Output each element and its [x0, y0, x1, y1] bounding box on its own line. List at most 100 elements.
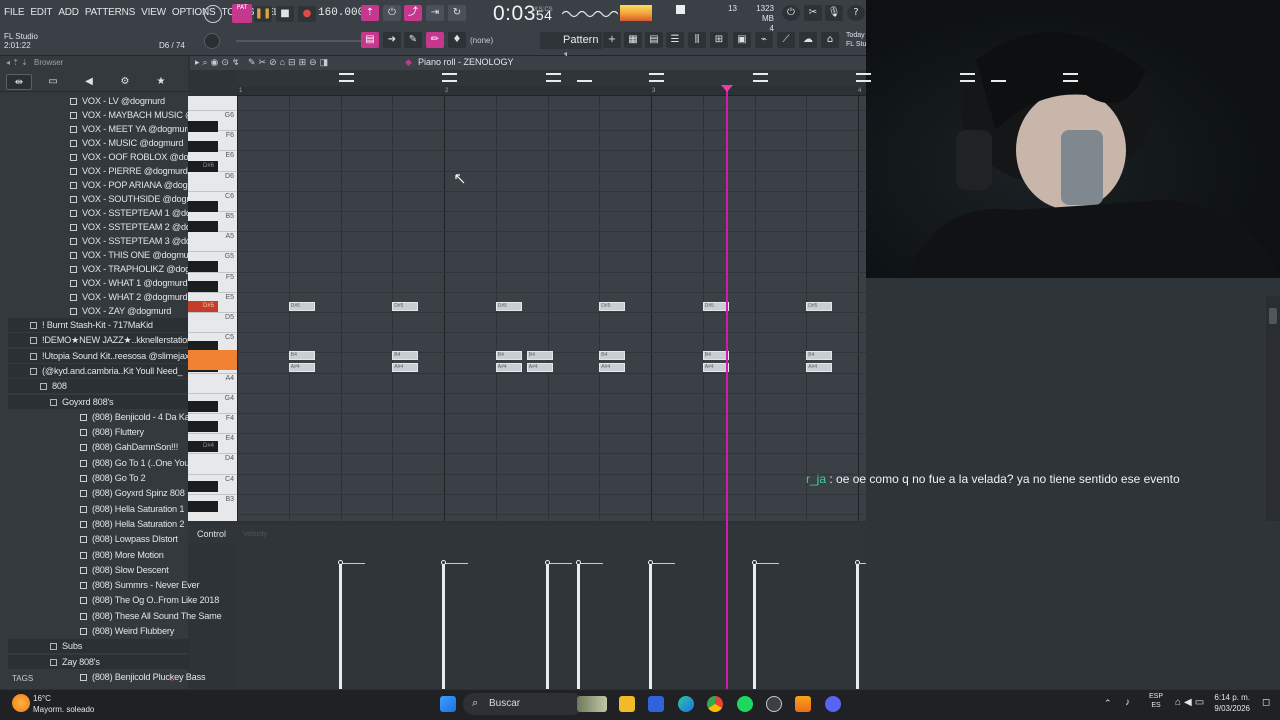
velocity-bar[interactable]	[856, 564, 860, 689]
weather-widget[interactable]: 16°C Mayorm. soleado	[33, 693, 94, 715]
brush-icon[interactable]: ✎	[404, 32, 422, 48]
note[interactable]: D#5	[495, 302, 522, 311]
pattern-mode-toggle[interactable]: PAT	[232, 4, 252, 23]
browser-item[interactable]: (808) Go To 2	[80, 471, 146, 485]
piano-keyboard[interactable]: G6F6E6D6C6B5A5G5F5E5D5C5B4A4G4F4E4D4C4B3…	[188, 96, 237, 521]
browser-item[interactable]: VOX - SOUTHSIDE @dogmurd	[70, 192, 207, 206]
spotify-icon[interactable]	[737, 696, 753, 712]
browser-item[interactable]: (808) These All Sound The Same	[80, 609, 222, 623]
news-panel[interactable]: Today FL Stu	[846, 31, 866, 49]
piano-black-key[interactable]	[188, 401, 218, 412]
chrome-icon[interactable]	[707, 696, 723, 712]
note[interactable]: D#5	[806, 302, 833, 311]
note[interactable]: A#4	[526, 363, 553, 372]
snap-pattern-icon[interactable]: ▤	[361, 32, 379, 48]
velocity-bar[interactable]	[338, 564, 342, 689]
browser-favorites-tab[interactable]: ★	[152, 74, 170, 90]
microphone-icon[interactable]: 🎙	[825, 5, 843, 21]
timeline-ruler[interactable]	[237, 86, 866, 96]
note-grid[interactable]	[237, 96, 866, 521]
song-time[interactable]: 0:0354	[493, 2, 552, 26]
browser-files-tab[interactable]: ▭	[44, 74, 62, 90]
piano-key-a4[interactable]: A4	[188, 372, 237, 393]
network-volume-battery-icons[interactable]: ⌂◀▭	[1175, 697, 1207, 708]
note[interactable]: B4	[599, 351, 626, 360]
piano-key-d6[interactable]: D6	[188, 170, 237, 191]
velocity-bar[interactable]	[576, 564, 580, 689]
playlist-icon[interactable]: ▦	[624, 32, 642, 48]
velocity-lane[interactable]	[237, 543, 866, 689]
browser-item[interactable]: VOX - MUSIC @dogmurd	[70, 136, 184, 150]
browser-item[interactable]: !DEMO★NEW JAZZ★..kknellerstation	[8, 333, 192, 348]
playhead-marker[interactable]	[720, 85, 733, 92]
browser-item[interactable]: (808) Weird Flubbery	[80, 624, 174, 638]
piano-black-key[interactable]	[188, 141, 218, 152]
note[interactable]: A#4	[495, 363, 522, 372]
browser-item[interactable]: Goyxrd 808's	[8, 394, 190, 409]
play-button[interactable]: ❚❚	[254, 6, 272, 22]
control-target[interactable]: Velocity	[243, 531, 267, 538]
pitch-knob[interactable]	[204, 5, 222, 23]
note[interactable]: D#5	[599, 302, 626, 311]
browser-icon[interactable]: ⊞	[710, 32, 728, 48]
loop-record-button[interactable]: ↻	[448, 5, 466, 21]
note[interactable]: A#4	[599, 363, 626, 372]
tag-search-icon[interactable]: ⌕	[170, 674, 175, 685]
browser-item[interactable]: VOX - MEET YA @dogmurd	[70, 122, 192, 136]
file-explorer-icon[interactable]	[619, 696, 635, 712]
tags-label[interactable]: TAGS	[12, 674, 33, 683]
mixer-icon[interactable]: ⫼	[688, 32, 706, 48]
plugin-picker-icon[interactable]: ▣	[733, 32, 751, 48]
note[interactable]: B4	[392, 351, 419, 360]
velocity-bar[interactable]	[545, 564, 549, 689]
menu-add[interactable]: ADD	[58, 7, 79, 18]
browser-all-tab[interactable]: ⇹	[6, 74, 32, 90]
add-pattern-icon[interactable]: +	[603, 32, 621, 48]
browser-item[interactable]: ! Burnt Stash-Kit - 717MaKid	[8, 318, 190, 332]
menu-edit[interactable]: EDIT	[30, 7, 52, 18]
windows-start-icon[interactable]	[440, 696, 456, 712]
piano-roll-tools[interactable]: ▸⌕◉⊙↯ ✎✂⊘⌂⊟⊞⊖◨	[195, 57, 331, 68]
settings-gear-icon[interactable]	[766, 696, 782, 712]
browser-item[interactable]: Zay 808's	[8, 654, 190, 669]
piano-black-key[interactable]	[188, 481, 218, 492]
browser-item[interactable]: (808) GahDamnSon!!!	[80, 440, 178, 454]
language-indicator[interactable]: ESP ES	[1149, 692, 1163, 710]
piano-black-key[interactable]	[188, 221, 218, 232]
menu-file[interactable]: FILE	[4, 7, 25, 18]
menu-patterns[interactable]: PATTERNS	[85, 7, 135, 18]
piano-black-key[interactable]	[188, 501, 218, 512]
step-edit-button[interactable]: ⇥	[426, 5, 444, 21]
velocity-bar[interactable]	[752, 564, 756, 689]
master-pitch-slider[interactable]	[236, 40, 366, 42]
fl-studio-icon[interactable]	[795, 696, 811, 712]
browser-item[interactable]: (808) Fluttery	[80, 425, 144, 439]
playhead[interactable]	[725, 86, 728, 689]
piano-black-key[interactable]	[188, 121, 218, 132]
browser-item[interactable]: VOX - LV @dogmurd	[70, 94, 165, 108]
velocity-handle[interactable]	[575, 560, 581, 565]
piano-key-a5[interactable]: A5	[188, 231, 237, 251]
menu-view[interactable]: VIEW	[141, 7, 166, 18]
piano-key-d5[interactable]: D5	[188, 312, 237, 332]
velocity-handle[interactable]	[751, 560, 757, 565]
notifications-icon[interactable]: ◻	[1262, 697, 1270, 708]
help-icon[interactable]: ?	[847, 5, 865, 21]
weather-sun-icon[interactable]	[12, 694, 30, 712]
browser-item[interactable]: (@kyd.and.cambria..Kit Youll Need_	[8, 363, 190, 378]
note[interactable]: D#5	[392, 302, 419, 311]
draw-tool-icon[interactable]: ✏	[426, 32, 444, 48]
channel-selector[interactable]: (none)	[470, 32, 493, 49]
stop-button[interactable]: ■	[276, 6, 294, 22]
velocity-bar[interactable]	[442, 564, 446, 689]
brush-tool-icon[interactable]: ⟋	[777, 32, 795, 48]
browser-item[interactable]: VOX - WHAT 1 @dogmurd	[70, 276, 188, 290]
note[interactable]: D#5	[288, 302, 315, 311]
browser-item[interactable]: (808) Benjicold Pluckey Bass	[80, 670, 206, 684]
tray-microphone-icon[interactable]: ♪	[1125, 697, 1130, 708]
browser-item[interactable]: (808) Slow Descent	[80, 563, 169, 577]
browser-item[interactable]: (808) More Motion	[80, 548, 164, 562]
piano-roll-icon[interactable]: ▤	[645, 32, 663, 48]
piano-black-key[interactable]: D#4	[188, 441, 218, 452]
browser-menu-icon[interactable]: ◂ ⇡ ⇣	[6, 58, 28, 67]
